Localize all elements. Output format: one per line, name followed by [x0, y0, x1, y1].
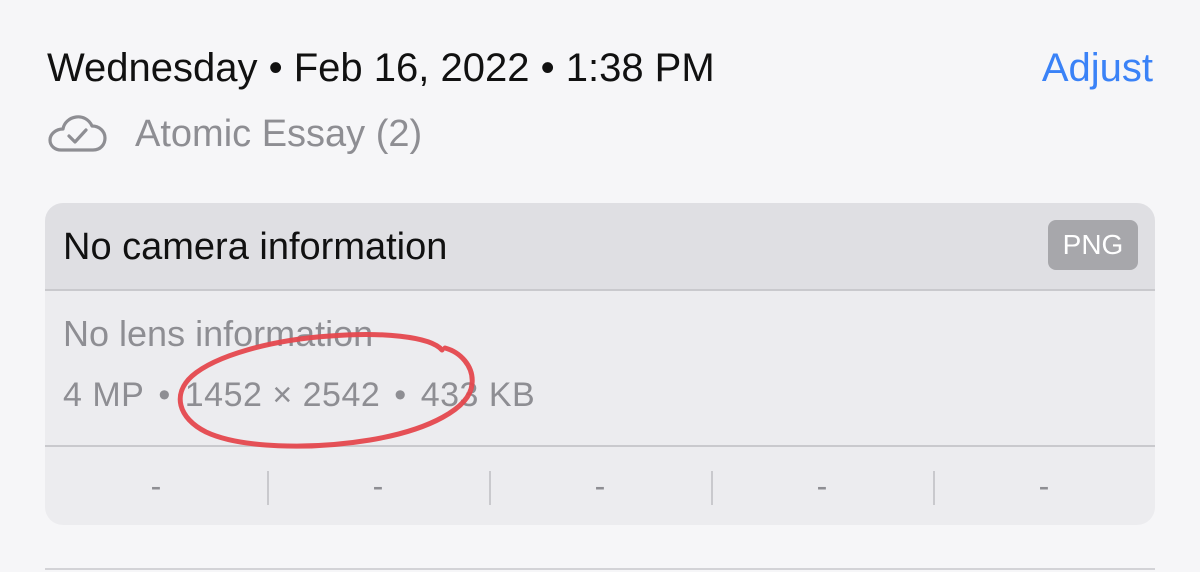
album-name: Atomic Essay (2) — [135, 113, 423, 155]
dimensions: 1452 × 2542 — [184, 376, 381, 414]
exif-cell: - — [489, 447, 711, 525]
metadata-card: No camera information PNG No lens inform… — [45, 203, 1155, 525]
camera-header: No camera information PNG — [45, 203, 1155, 291]
exif-cell: - — [711, 447, 933, 525]
adjust-button[interactable]: Adjust — [1042, 40, 1153, 96]
megapixels: 4 MP — [63, 376, 145, 414]
cloud-check-icon — [47, 114, 107, 154]
lens-info: No lens information — [63, 313, 374, 354]
date-time: Wednesday • Feb 16, 2022 • 1:38 PM — [47, 46, 715, 90]
exif-cell: - — [267, 447, 489, 525]
spec-separator: • — [158, 376, 171, 414]
image-specs: 4 MP • 1452 × 2542 • 433 KB — [63, 369, 535, 421]
file-size: 433 KB — [420, 376, 536, 414]
exif-row: - - - - - — [45, 447, 1155, 525]
spec-separator: • — [394, 376, 407, 414]
photo-info-panel: Wednesday • Feb 16, 2022 • 1:38 PM Adjus… — [0, 0, 1200, 572]
camera-info: No camera information — [63, 226, 448, 268]
format-badge: PNG — [1048, 220, 1138, 270]
album-row[interactable]: Atomic Essay (2) — [47, 108, 422, 160]
date-row: Wednesday • Feb 16, 2022 • 1:38 PM Adjus… — [47, 40, 1153, 96]
exif-cell: - — [150, 467, 162, 504]
exif-cell: - — [933, 447, 1155, 525]
divider — [45, 568, 1155, 570]
